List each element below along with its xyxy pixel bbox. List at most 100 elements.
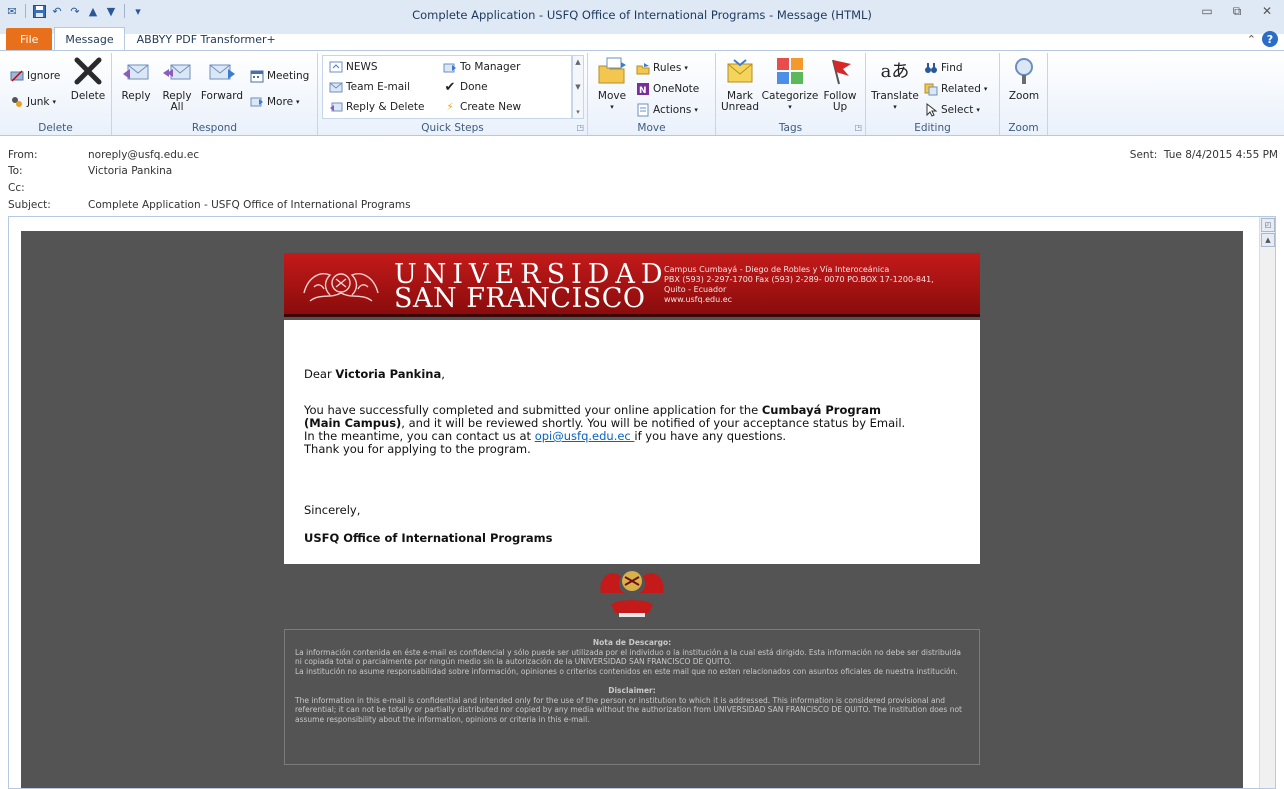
delete-x-icon	[72, 55, 104, 87]
cursor-icon	[924, 103, 938, 117]
reply-icon	[120, 55, 152, 87]
university-name-line2: SAN FRANCISCO	[394, 283, 646, 314]
quick-steps-group: NEWS Team E-mail Reply & Delete To Manag…	[318, 53, 588, 135]
message-card: Dear Victoria Pankina, You have successf…	[284, 320, 980, 564]
mark-unread-icon	[724, 55, 756, 87]
from-label: From:	[8, 149, 38, 161]
from-value[interactable]: noreply@usfq.edu.ec	[88, 149, 199, 161]
dropdown-arrow-icon: ▾	[296, 98, 300, 106]
svg-text:N: N	[639, 86, 647, 96]
window-title: Complete Application - USFQ Office of In…	[412, 8, 872, 22]
rules-button[interactable]: Rules ▾	[636, 59, 688, 77]
email-background: UNIVERSIDAD SAN FRANCISCO Campus Cumbayá…	[21, 231, 1243, 788]
categorize-button[interactable]: Categorize ▾	[760, 55, 820, 113]
restore-icon[interactable]: ⧉	[1224, 2, 1250, 20]
disclaimer-en-text: The information in this e-mail is confid…	[295, 695, 962, 724]
junk-icon	[10, 95, 24, 109]
forward-icon	[206, 55, 238, 87]
actions-button[interactable]: Actions ▾	[636, 101, 698, 119]
campus-info: Campus Cumbayá - Diego de Robles y Vía I…	[664, 265, 934, 304]
help-icon[interactable]: ?	[1262, 31, 1278, 47]
calendar-icon	[250, 69, 264, 83]
sent-value: Tue 8/4/2015 4:55 PM	[1163, 149, 1278, 161]
signature: USFQ Office of International Programs	[304, 531, 553, 545]
find-button[interactable]: Find	[924, 59, 963, 77]
scroll-up-icon[interactable]: ▲	[1261, 233, 1275, 247]
reply-all-icon	[161, 55, 193, 87]
dropdown-arrow-icon: ▾	[52, 98, 57, 106]
sent-info: Sent: Tue 8/4/2015 4:55 PM	[1130, 149, 1278, 161]
quick-step-done[interactable]: ✔ Done	[443, 78, 488, 96]
select-button[interactable]: Select ▾	[924, 101, 980, 119]
scroll-up-icon[interactable]: ▲	[575, 58, 580, 66]
usfq-banner: UNIVERSIDAD SAN FRANCISCO Campus Cumbayá…	[284, 253, 980, 317]
scroll-down-icon[interactable]: ▼	[575, 83, 580, 91]
related-button[interactable]: Related ▾	[924, 80, 987, 98]
quick-step-create-new[interactable]: ⚡ Create New	[443, 98, 521, 116]
onenote-icon: N	[636, 82, 650, 96]
help-area: ⌃ ?	[1247, 31, 1278, 47]
contact-email-link[interactable]: opi@usfq.edu.ec	[535, 429, 635, 443]
to-value[interactable]: Victoria Pankina	[88, 165, 172, 177]
dropdown-arrow-icon: ▾	[788, 103, 792, 111]
vertical-scrollbar[interactable]: ◰ ▲	[1259, 217, 1275, 788]
tab-abbyy[interactable]: ABBYY PDF Transformer+	[127, 28, 286, 50]
subject-label: Subject:	[8, 199, 51, 211]
related-icon	[924, 82, 938, 96]
window-controls: ▭ ⧉ ✕	[1194, 2, 1280, 20]
body-paragraph: You have successfully completed and subm…	[304, 403, 906, 456]
move-button[interactable]: Move ▾	[594, 55, 630, 113]
to-row: To: Victoria Pankina	[8, 165, 172, 177]
reply-all-button[interactable]: Reply All	[158, 55, 196, 113]
subject-row: Subject: Complete Application - USFQ Offi…	[8, 199, 411, 211]
follow-up-button[interactable]: Follow Up	[820, 55, 860, 113]
close-icon[interactable]: ✕	[1254, 2, 1280, 20]
usfq-crest-emblem	[600, 571, 664, 617]
expand-gallery-icon[interactable]: ▾	[576, 108, 580, 116]
quick-step-reply-delete[interactable]: Reply & Delete	[329, 98, 424, 116]
editing-group-label: Editing	[914, 122, 951, 134]
more-respond-button[interactable]: More ▾	[250, 93, 300, 111]
tab-message[interactable]: Message	[54, 27, 125, 50]
quick-steps-gallery: NEWS Team E-mail Reply & Delete To Manag…	[322, 55, 572, 119]
dialog-launcher-icon[interactable]: ◳	[576, 123, 584, 132]
actions-icon	[636, 103, 650, 117]
mark-unread-button[interactable]: Mark Unread	[720, 55, 760, 113]
move-group: Move ▾ Rules ▾ N OneNote Actions ▾ Move	[588, 53, 716, 135]
disclaimer-es-heading: Nota de Descargo:	[592, 638, 672, 647]
lightning-icon: ⚡	[446, 101, 454, 113]
minimize-ribbon-icon[interactable]: ⌃	[1247, 33, 1256, 46]
disclaimer-es-text-2: La institución no asume responsabilidad …	[295, 666, 958, 676]
tab-file[interactable]: File	[6, 28, 53, 50]
translate-button[interactable]: aあ Translate ▾	[870, 55, 920, 113]
rules-icon	[636, 61, 650, 75]
closing: Sincerely,	[304, 503, 361, 517]
minimize-icon[interactable]: ▭	[1194, 2, 1220, 20]
dropdown-arrow-icon: ▾	[983, 85, 988, 93]
reply-button[interactable]: Reply	[118, 55, 154, 102]
zoom-button[interactable]: Zoom	[1004, 55, 1044, 102]
quick-step-to-manager[interactable]: To Manager	[443, 58, 520, 76]
zoom-toggle-icon[interactable]: ◰	[1261, 218, 1275, 232]
translate-icon: aあ	[880, 60, 910, 82]
forward-button[interactable]: Forward	[200, 55, 244, 102]
delete-button[interactable]: Delete	[68, 55, 108, 102]
team-email-icon	[329, 80, 343, 94]
usfq-crest-logo	[303, 273, 379, 302]
dialog-launcher-icon[interactable]: ◳	[854, 123, 862, 132]
meeting-button[interactable]: Meeting	[250, 67, 309, 85]
message-body[interactable]: ◰ ▲ UNIVERSIDAD SAN FRANCISCO Campus Cum…	[8, 216, 1276, 789]
subject-value: Complete Application - USFQ Office of In…	[88, 199, 411, 211]
junk-button[interactable]: Junk ▾	[10, 93, 56, 111]
disclaimer-es-text: La información contenida en éste e-mail …	[295, 647, 961, 667]
sent-label: Sent:	[1129, 149, 1158, 161]
onenote-button[interactable]: N OneNote	[636, 80, 699, 98]
reply-delete-icon	[329, 100, 343, 114]
ignore-icon	[10, 69, 24, 83]
quick-step-news[interactable]: NEWS	[329, 58, 378, 76]
delete-group: Ignore Junk ▾ Delete Delete	[0, 53, 112, 135]
quick-step-team-email[interactable]: Team E-mail	[329, 78, 410, 96]
editing-group: aあ Translate ▾ Find Related ▾ Select ▾ E…	[866, 53, 1000, 135]
ignore-button[interactable]: Ignore	[10, 67, 60, 85]
quick-steps-scrollbar[interactable]: ▲ ▼ ▾	[572, 55, 584, 119]
